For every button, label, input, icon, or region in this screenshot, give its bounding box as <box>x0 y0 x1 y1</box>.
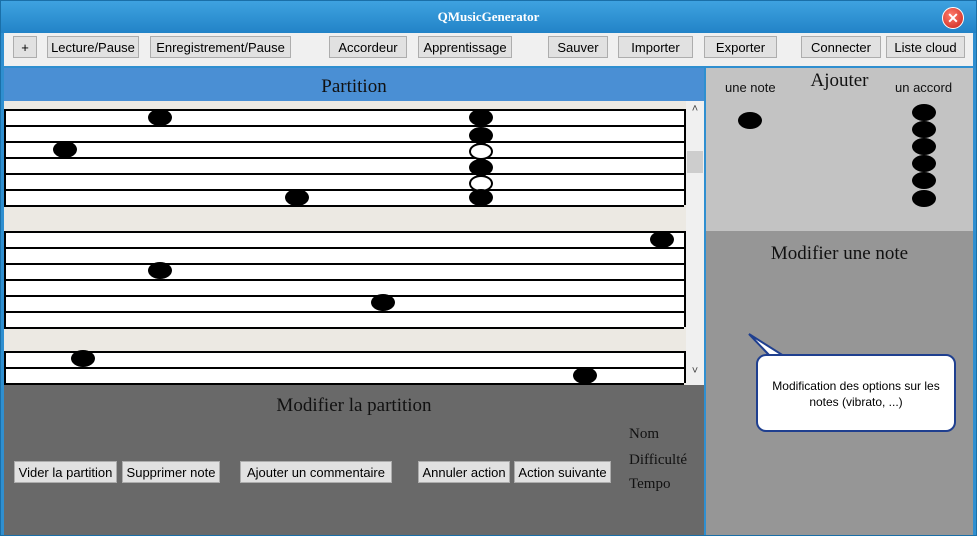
note[interactable] <box>53 141 77 158</box>
note[interactable] <box>650 231 674 248</box>
staff-line <box>4 351 686 367</box>
note[interactable] <box>469 159 493 176</box>
note[interactable] <box>148 109 172 126</box>
learning-button[interactable]: Apprentissage <box>418 36 512 58</box>
add-button[interactable]: + <box>13 36 37 58</box>
staff-line <box>4 125 686 141</box>
modify-note-title: Modifier une note <box>770 243 909 264</box>
note[interactable] <box>371 294 395 311</box>
modify-note-panel: Modifier une note Modification des optio… <box>706 231 973 535</box>
difficulty-label: Difficulté <box>629 452 688 468</box>
staff-line <box>4 173 686 189</box>
scrollbar-thumb[interactable] <box>687 151 703 173</box>
note[interactable] <box>469 189 493 206</box>
cloud-list-button[interactable]: Liste cloud <box>886 36 965 58</box>
staff-line <box>4 157 686 173</box>
play-pause-button[interactable]: Lecture/Pause <box>47 36 139 58</box>
add-comment-button[interactable]: Ajouter un commentaire <box>240 461 392 483</box>
partition-header: Partition <box>4 68 704 101</box>
app-window: QMusicGenerator ✕ + Lecture/Pause Enregi… <box>0 0 977 536</box>
export-button[interactable]: Exporter <box>704 36 777 58</box>
chevron-down-icon[interactable]: ˅ <box>686 363 704 379</box>
staff-line <box>4 311 686 327</box>
tooltip-text: Modification des options sur les notes (… <box>772 379 940 409</box>
score-scrollbar[interactable]: ˄ ˅ <box>686 101 704 385</box>
note[interactable] <box>469 143 493 160</box>
staff-line <box>4 295 686 311</box>
chord-note-icon[interactable] <box>912 104 936 121</box>
staff-line <box>4 205 684 207</box>
chord-note-icon[interactable] <box>912 155 936 172</box>
score-area[interactable] <box>4 101 686 385</box>
record-pause-button[interactable]: Enregistrement/Pause <box>150 36 291 58</box>
delete-note-button[interactable]: Supprimer note <box>122 461 220 483</box>
chord-label: un accord <box>895 80 953 95</box>
chord-note-icon[interactable] <box>912 138 936 155</box>
tooltip: Modification des options sur les notes (… <box>756 354 956 432</box>
import-button[interactable]: Importer <box>618 36 693 58</box>
note[interactable] <box>71 350 95 367</box>
staff-line <box>4 189 686 205</box>
title-bar: QMusicGenerator ✕ <box>1 1 976 33</box>
note[interactable] <box>469 109 493 126</box>
chevron-up-icon[interactable]: ˄ <box>686 101 704 117</box>
note[interactable] <box>573 367 597 384</box>
window-title: QMusicGenerator <box>437 9 540 24</box>
redo-button[interactable]: Action suivante <box>514 461 611 483</box>
edit-partition-title: Modifier la partition <box>276 395 432 416</box>
clear-partition-button[interactable]: Vider la partition <box>14 461 117 483</box>
note[interactable] <box>148 262 172 279</box>
toolbar: + Lecture/Pause Enregistrement/Pause Acc… <box>4 33 973 66</box>
staff-line <box>4 327 684 329</box>
staff-line <box>4 231 686 247</box>
note[interactable] <box>285 189 309 206</box>
close-icon[interactable]: ✕ <box>942 7 964 29</box>
staff-line <box>4 263 686 279</box>
single-note-icon[interactable] <box>738 112 762 129</box>
partition-title: Partition <box>321 76 387 97</box>
staff-line <box>4 279 686 295</box>
undo-button[interactable]: Annuler action <box>418 461 510 483</box>
name-label: Nom <box>629 426 659 442</box>
chord-note-icon[interactable] <box>912 190 936 207</box>
tuner-button[interactable]: Accordeur <box>329 36 407 58</box>
tempo-label: Tempo <box>629 476 671 492</box>
edit-partition-panel: Modifier la partition Vider la partition… <box>4 385 704 535</box>
connect-button[interactable]: Connecter <box>801 36 881 58</box>
staff-line <box>4 109 686 125</box>
staff-line <box>4 141 686 157</box>
chord-note-icon[interactable] <box>912 121 936 138</box>
staff-line <box>4 247 686 263</box>
add-panel: Ajouter une note un accord <box>706 68 973 231</box>
chord-note-icon[interactable] <box>912 172 936 189</box>
note[interactable] <box>469 127 493 144</box>
save-button[interactable]: Sauver <box>548 36 608 58</box>
single-note-label: une note <box>725 80 776 95</box>
